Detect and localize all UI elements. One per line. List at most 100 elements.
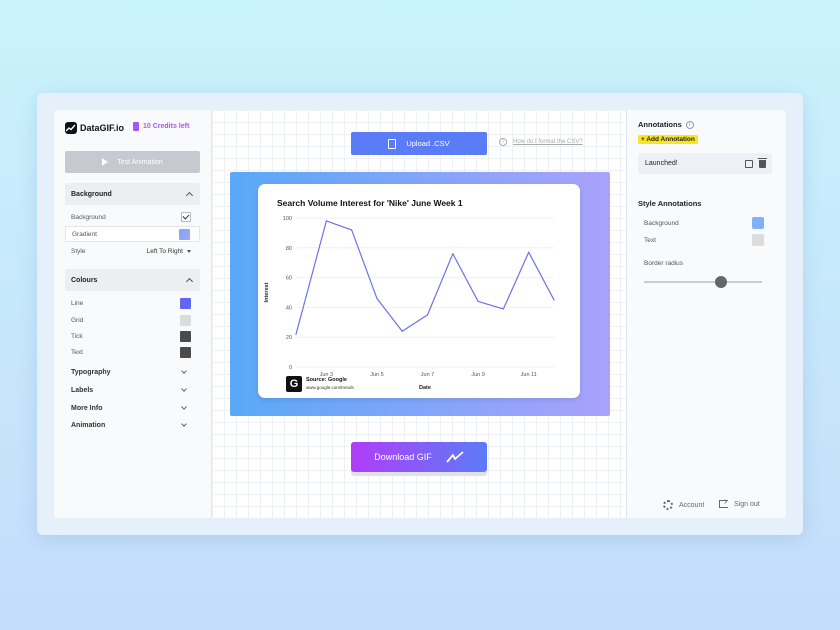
annotation-background-label: Background [644, 219, 679, 227]
colour-swatch-tick[interactable] [180, 330, 191, 342]
section-title: Labels [71, 386, 94, 394]
section-title: More Info [71, 404, 103, 412]
brand-name: DataGIF.io [80, 123, 125, 133]
csv-help-link[interactable]: i How do I format the CSV? [499, 138, 583, 146]
play-icon [102, 158, 109, 166]
x-axis-label: Date [419, 385, 431, 391]
y-tick-label: 0 [289, 365, 292, 371]
typography-section[interactable]: Typography [65, 365, 200, 379]
annotation-text-row[interactable]: Text [644, 234, 764, 246]
data-point [325, 220, 327, 222]
gradient-row[interactable]: Gradient [65, 226, 200, 242]
chart-card: Search Volume Interest for 'Nike' June W… [258, 184, 580, 398]
data-point [376, 297, 378, 300]
app-window: DataGIF.io 10 Credits left Test Animatio… [54, 110, 786, 518]
style-value: Left To Right [146, 247, 183, 255]
data-point [426, 314, 429, 316]
data-point [477, 300, 479, 303]
colour-row-tick[interactable]: Tick [65, 328, 200, 344]
credits-badge[interactable]: 10 Credits left [133, 122, 189, 131]
source-block: G Source: Google www.google.com/trends [286, 376, 354, 392]
annotation-background-swatch[interactable] [752, 217, 764, 229]
annotation-item[interactable]: Launched! [638, 153, 772, 174]
data-point [351, 229, 353, 231]
labels-section[interactable]: Labels [65, 383, 200, 397]
colour-label: Grid [71, 316, 84, 324]
gradient-label: Gradient [72, 230, 97, 238]
gradient-background: Search Volume Interest for 'Nike' June W… [230, 172, 610, 416]
y-axis-label: Interest [264, 282, 270, 302]
upload-csv-button[interactable]: Upload .CSV [351, 132, 487, 155]
y-tick-label: 60 [286, 276, 292, 282]
test-animation-button[interactable]: Test Animation [65, 151, 200, 173]
y-tick-label: 80 [286, 246, 292, 252]
gear-icon [663, 500, 673, 510]
border-radius-slider[interactable] [644, 276, 762, 288]
upload-csv-label: Upload .CSV [406, 139, 450, 148]
add-annotation-button[interactable]: + Add Annotation [638, 135, 698, 144]
sign-out-label: Sign out [734, 500, 760, 508]
brand[interactable]: DataGIF.io [65, 122, 124, 134]
colour-swatch-grid[interactable] [180, 314, 191, 326]
background-toggle-row[interactable]: Background [65, 209, 200, 225]
annotation-actions [745, 157, 767, 168]
colour-swatch-line[interactable] [180, 297, 191, 309]
background-section-header[interactable]: Background [65, 183, 200, 205]
colours-section-title: Colours [71, 276, 98, 284]
right-panel: Annotations i + Add Annotation Launched!… [627, 110, 786, 518]
chevron-up-icon [185, 191, 194, 200]
background-checkbox[interactable] [181, 212, 191, 222]
edit-icon[interactable] [745, 159, 753, 168]
account-label: Account [679, 501, 705, 509]
more-info-section[interactable]: More Info [65, 401, 200, 415]
colour-row-line[interactable]: Line [65, 295, 200, 311]
chevron-down-icon [181, 386, 187, 392]
x-tick-label: Jun 5 [370, 372, 383, 378]
line-chart: 020406080100Jun 3 Jun 5 Jun 7 Jun 9 Jun 11Da… [264, 216, 555, 391]
slider-handle[interactable] [714, 276, 727, 288]
lightning-icon [446, 451, 464, 463]
canvas-area: Upload .CSV i How do I format the CSV? S… [212, 110, 627, 518]
csv-help-text: How do I format the CSV? [513, 139, 583, 145]
left-sidebar: DataGIF.io 10 Credits left Test Animatio… [54, 110, 212, 518]
info-icon: i [499, 138, 507, 146]
colour-row-text[interactable]: Text [65, 344, 200, 360]
download-gif-button[interactable]: Download GIF [351, 442, 487, 472]
account-button[interactable]: Account [663, 500, 704, 510]
style-label: Style [71, 247, 86, 255]
annotation-text: Launched! [645, 160, 678, 167]
background-section-title: Background [71, 190, 112, 198]
credit-icon [133, 122, 139, 131]
sign-out-icon [719, 496, 728, 508]
sign-out-button[interactable]: Sign out [719, 496, 760, 508]
y-tick-label: 20 [286, 335, 292, 341]
style-row[interactable]: Style Left To Right [65, 243, 200, 259]
data-point [452, 253, 454, 255]
section-title: Typography [71, 368, 111, 376]
colour-label: Tick [71, 332, 83, 340]
animation-section[interactable]: Animation [65, 418, 200, 432]
chevron-down-icon [181, 368, 187, 374]
section-title: Animation [71, 421, 106, 429]
annotation-background-row[interactable]: Background [644, 217, 764, 229]
style-select[interactable]: Left To Right [147, 248, 191, 255]
chevron-up-icon [185, 277, 194, 286]
info-icon[interactable]: i [685, 120, 694, 129]
source-title: Source: Google [306, 377, 347, 383]
trash-icon[interactable] [758, 157, 767, 168]
source-url: www.google.com/trends [306, 385, 354, 390]
annotation-text-swatch[interactable] [752, 234, 764, 246]
chevron-down-icon [181, 404, 187, 410]
annotation-text-label: Text [644, 236, 656, 244]
colours-section-header[interactable]: Colours [65, 269, 200, 291]
gradient-swatch[interactable] [179, 228, 190, 240]
chevron-down-icon [181, 421, 187, 427]
x-tick-label: Jun 9 [471, 372, 484, 378]
annotations-title: Annotations [638, 120, 682, 129]
y-tick-label: 100 [283, 216, 292, 222]
style-annotations-title: Style Annotations [638, 199, 702, 208]
data-point [401, 330, 403, 332]
colour-swatch-text[interactable] [180, 346, 191, 358]
colour-row-grid[interactable]: Grid [65, 312, 200, 328]
data-point [528, 251, 530, 253]
